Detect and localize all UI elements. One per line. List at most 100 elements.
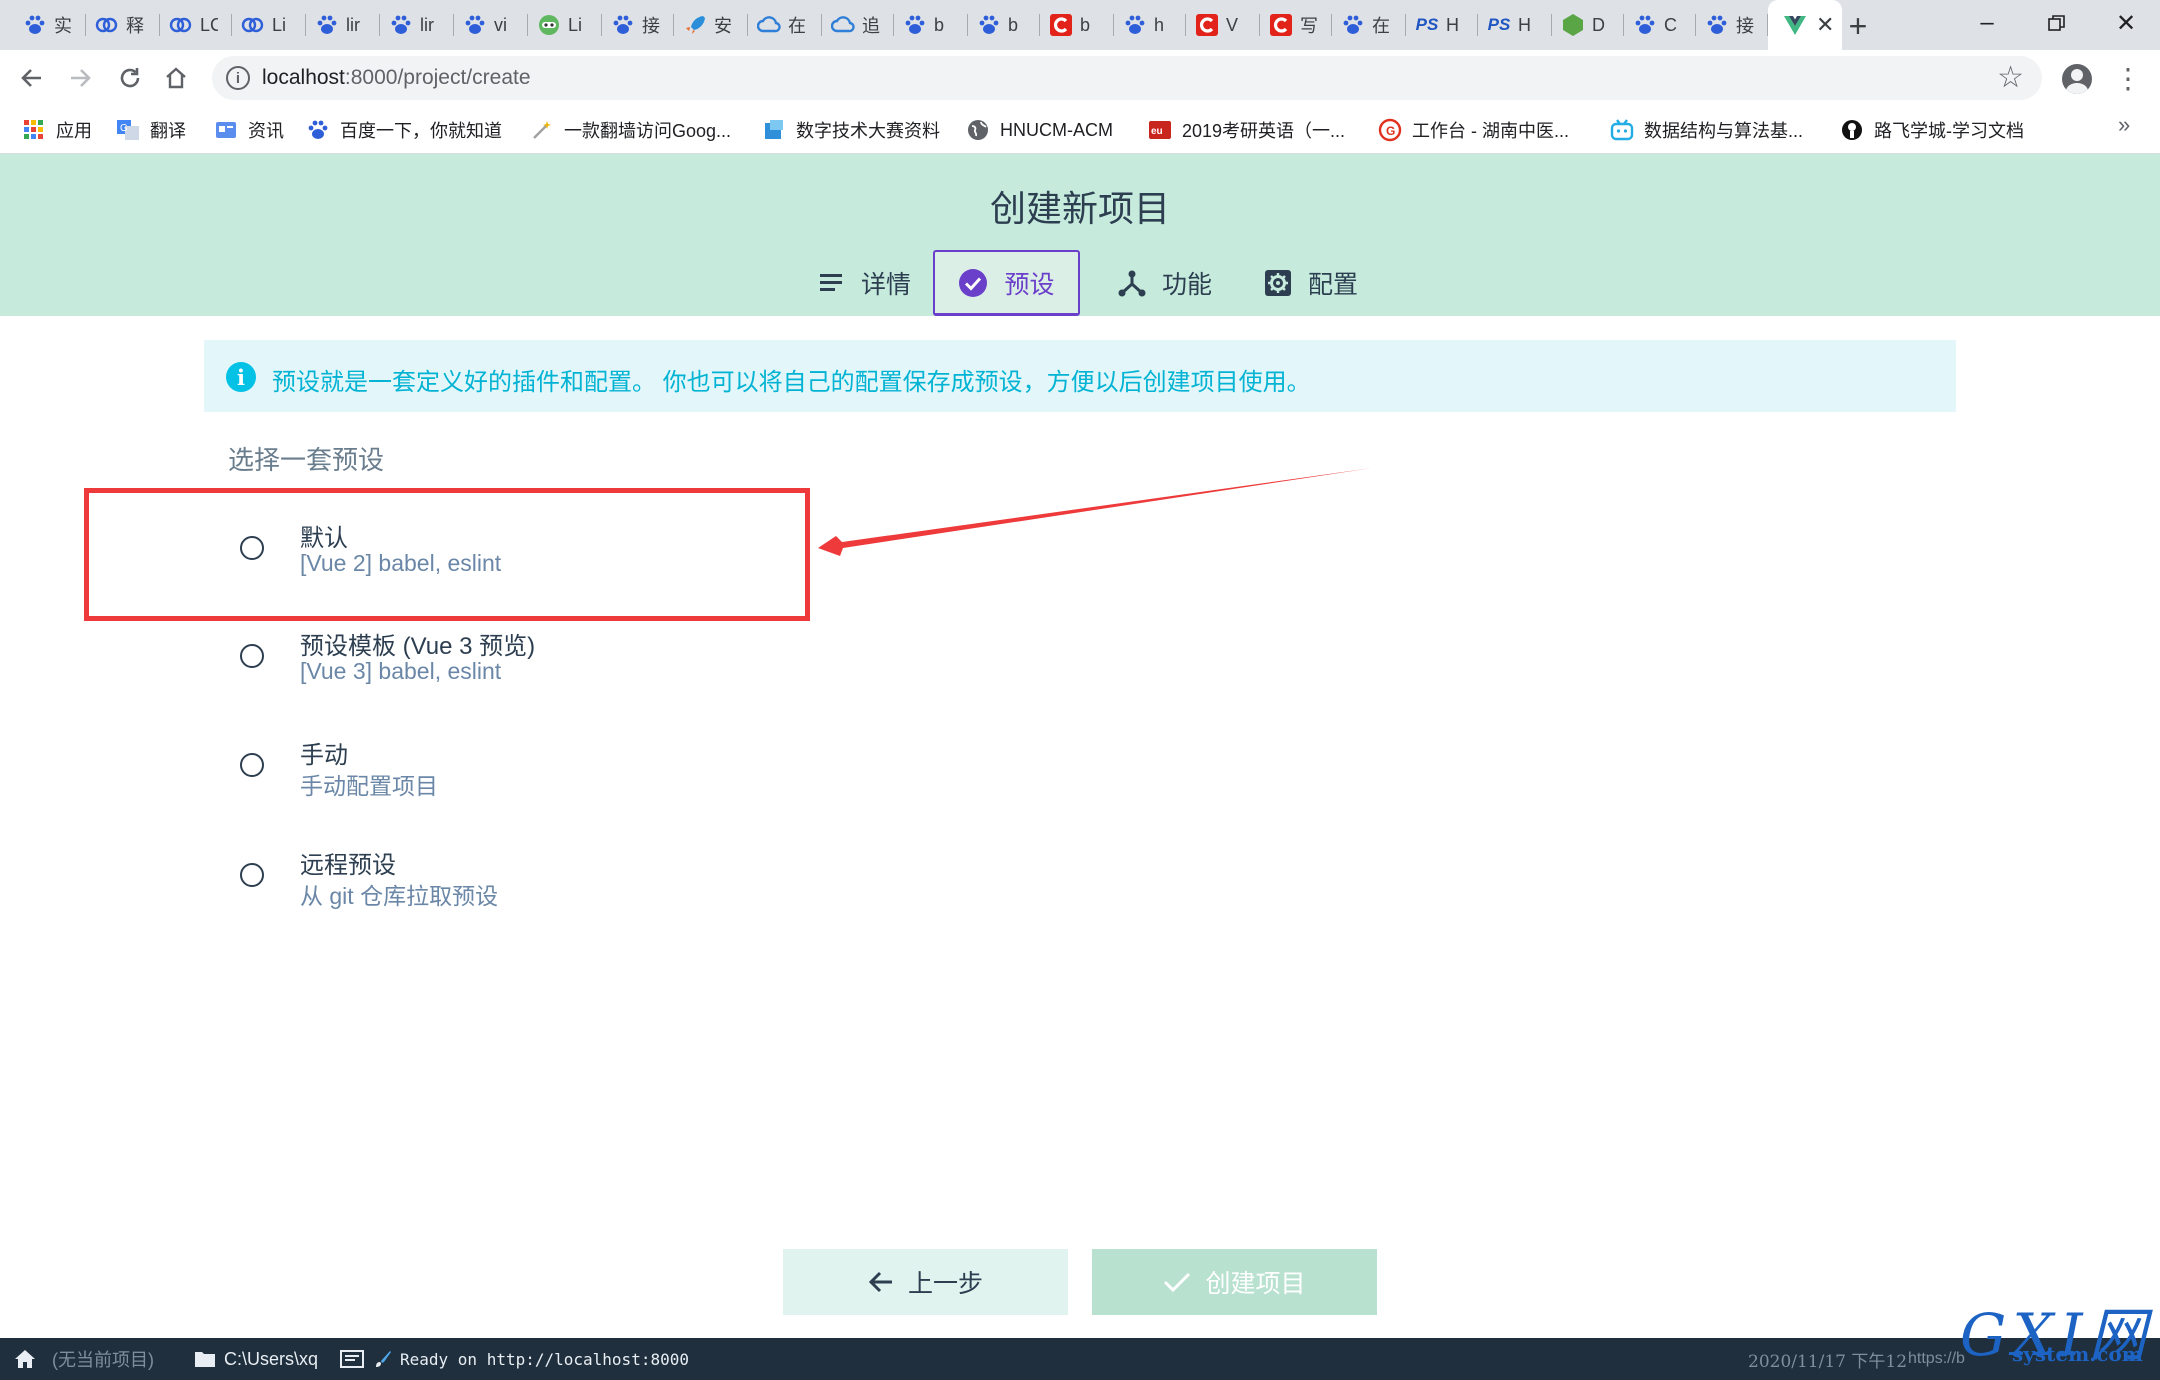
site-info-icon[interactable]: i — [226, 66, 250, 90]
browser-tab[interactable]: PS H — [1406, 0, 1478, 50]
restore-icon — [2048, 15, 2065, 31]
restore-button[interactable] — [2022, 0, 2092, 46]
browser-tab[interactable]: 写 — [1260, 0, 1332, 50]
bookmark-item[interactable]: 百度一下，你就知道 — [306, 114, 502, 146]
browser-tab[interactable]: 安 — [674, 0, 748, 50]
bookmark-item[interactable]: G 翻译 — [116, 114, 186, 146]
browser-tab[interactable]: 释 — [86, 0, 160, 50]
bookmark-item[interactable]: HNUCM-ACM — [966, 114, 1113, 146]
new-tab-button[interactable]: + — [1840, 8, 1876, 44]
browser-tab[interactable]: lir — [306, 0, 380, 50]
radio-button[interactable] — [240, 644, 264, 668]
bookmark-item[interactable]: 一款翻墙访问Goog... — [530, 114, 731, 146]
browser-tab[interactable]: b — [1040, 0, 1114, 50]
forward-button[interactable] — [60, 58, 100, 98]
folder-icon — [195, 1352, 215, 1367]
baidu-paw-icon — [1704, 12, 1730, 38]
browser-tab[interactable]: vi — [454, 0, 528, 50]
preset-option-manual[interactable]: 手动 手动配置项目 — [228, 717, 1028, 817]
create-project-button[interactable]: 创建项目 — [1092, 1249, 1377, 1315]
svg-text:G: G — [120, 123, 128, 134]
browser-tab[interactable]: b — [894, 0, 968, 50]
browser-tab[interactable]: Li — [528, 0, 602, 50]
preset-option-vue3[interactable]: 预设模板 (Vue 3 预览) [Vue 3] babel, eslint — [228, 608, 1028, 708]
browser-tab[interactable]: 追 — [822, 0, 894, 50]
browser-tab[interactable]: 实 — [14, 0, 86, 50]
preset-option-remote[interactable]: 远程预设 从 git 仓库拉取预设 — [228, 827, 1028, 927]
profile-avatar[interactable] — [2062, 64, 2092, 94]
tab-details[interactable]: 详情 — [800, 250, 930, 316]
reload-button[interactable] — [110, 58, 150, 98]
browser-tab[interactable]: 在 — [748, 0, 822, 50]
blue-cloud-icon — [830, 12, 856, 38]
rocket-icon — [682, 12, 708, 38]
svg-text:eu: eu — [1151, 126, 1163, 137]
browser-tab[interactable]: PS H — [1478, 0, 1552, 50]
tab-presets-label: 预设 — [1004, 270, 1055, 299]
browser-tab[interactable]: LC — [160, 0, 232, 50]
bookmark-star-icon[interactable]: ☆ — [1997, 60, 2024, 95]
cloud-ring-icon — [168, 12, 194, 38]
bookmark-item[interactable]: 路飞学城-学习文档 — [1840, 114, 2024, 146]
baidu-paw-icon — [1122, 12, 1148, 38]
check-icon — [1163, 1271, 1191, 1293]
workbench-icon: G — [1378, 118, 1402, 142]
previous-step-button[interactable]: 上一步 — [783, 1249, 1068, 1315]
tab-features[interactable]: 功能 — [1100, 250, 1230, 316]
tab-title: b — [1008, 14, 1019, 35]
browser-menu-icon[interactable]: ⋮ — [2114, 64, 2142, 94]
browser-tab[interactable]: b — [968, 0, 1040, 50]
reload-icon — [120, 68, 140, 88]
baidu-paw-icon — [976, 12, 1002, 38]
close-window-button[interactable]: ✕ — [2092, 0, 2160, 46]
tab-active[interactable]: ✕ — [1768, 0, 1843, 50]
bookmark-item[interactable]: G 工作台 - 湖南中医... — [1378, 114, 1569, 146]
back-button[interactable] — [12, 58, 52, 98]
bookmark-item[interactable]: 数字技术大赛资料 — [762, 114, 940, 146]
minimize-button[interactable]: – — [1952, 0, 2022, 46]
cloud-doc-icon — [762, 118, 786, 142]
tab-config[interactable]: 配置 — [1246, 250, 1376, 316]
bookmark-item[interactable]: 应用 — [22, 114, 92, 146]
vue-icon — [1782, 12, 1808, 38]
bookmark-item[interactable]: 数据结构与算法基... — [1610, 114, 1803, 146]
luffy-icon — [1840, 118, 1864, 142]
browser-tab[interactable]: Li — [232, 0, 306, 50]
home-button[interactable] — [156, 58, 196, 98]
tab-title: b — [934, 14, 945, 35]
blue-cloud-icon — [756, 12, 782, 38]
preset-name: 远程预设 — [300, 852, 396, 879]
browser-tab[interactable]: V — [1186, 0, 1260, 50]
browser-tab[interactable]: lir — [380, 0, 454, 50]
bookmark-item[interactable]: eu 2019考研英语（一... — [1148, 114, 1345, 146]
radio-button[interactable] — [240, 863, 264, 887]
cwd-status[interactable]: C:\Users\xq — [194, 1338, 318, 1380]
browser-tab[interactable]: C — [1624, 0, 1696, 50]
close-tab-icon[interactable]: ✕ — [1816, 12, 1834, 38]
watermark-domain: system.com — [2012, 1342, 2143, 1366]
home-icon — [166, 67, 186, 89]
url-text[interactable]: localhost:8000/project/create — [262, 66, 531, 90]
terminal-icon — [340, 1350, 364, 1368]
news-icon — [214, 118, 238, 142]
fork-icon — [1118, 269, 1146, 297]
browser-tab[interactable]: h — [1114, 0, 1186, 50]
browser-tab[interactable]: D — [1552, 0, 1624, 50]
bilibili-icon — [1610, 118, 1634, 142]
home-status-button[interactable] — [14, 1338, 36, 1380]
tab-title: lir — [346, 14, 360, 35]
step-tabs: 详情 预设 功能 配置 — [0, 250, 2160, 316]
bookmark-item[interactable]: 资讯 — [214, 114, 284, 146]
tab-presets[interactable]: 预设 — [933, 250, 1080, 316]
current-project-status[interactable]: (无当前项目) — [52, 1338, 154, 1380]
radio-button[interactable] — [240, 753, 264, 777]
browser-tab[interactable]: 接 — [602, 0, 674, 50]
log-status[interactable]: Ready on http://localhost:8000 — [340, 1338, 689, 1380]
tab-title: 实 — [54, 16, 72, 36]
browser-tab[interactable]: 在 — [1332, 0, 1406, 50]
browser-tab[interactable]: 接 — [1696, 0, 1768, 50]
bookmarks-overflow-icon[interactable]: » — [2118, 112, 2130, 138]
back-arrow-icon — [21, 69, 41, 87]
address-bar[interactable]: i localhost:8000/project/create ☆ — [212, 56, 2042, 100]
preset-desc: 从 git 仓库拉取预设 — [300, 883, 499, 909]
